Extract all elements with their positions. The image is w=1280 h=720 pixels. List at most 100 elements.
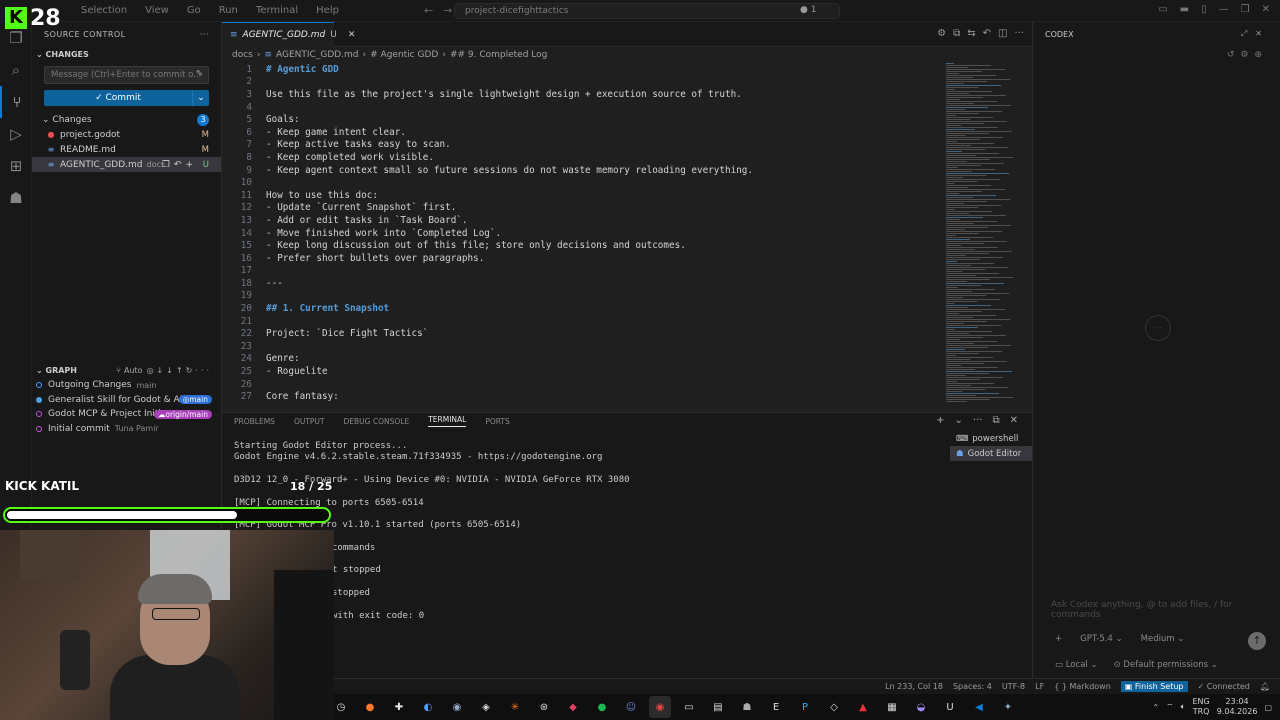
back-arrow-icon[interactable]: ← xyxy=(424,4,443,17)
code-line[interactable]: 11 How to use this doc: xyxy=(222,189,942,202)
code-line[interactable]: 4 xyxy=(222,101,942,114)
effort-select[interactable]: Medium ⌄ xyxy=(1141,634,1185,644)
search-icon[interactable]: ⌕ xyxy=(0,54,32,86)
push-icon[interactable]: ↑ xyxy=(176,366,186,375)
changes-section-header[interactable]: ⌄ CHANGES xyxy=(32,46,221,62)
firefox-icon[interactable]: ● xyxy=(359,696,381,718)
breadcrumb-item[interactable]: ## 9. Completed Log xyxy=(450,50,547,60)
expand-icon[interactable]: ⤢ xyxy=(1241,29,1255,38)
open-file-icon[interactable]: ❐ xyxy=(162,160,174,170)
tab-problems[interactable]: PROBLEMS xyxy=(234,417,275,426)
openai-icon[interactable]: ⊛ xyxy=(533,696,555,718)
send-button[interactable]: ↑ xyxy=(1248,632,1266,650)
more-actions-icon[interactable]: ··· xyxy=(973,415,983,426)
encoding[interactable]: UTF-8 xyxy=(1002,682,1025,691)
graph-item[interactable]: Godot MCP & Project Initi... ☁origin/mai… xyxy=(32,407,222,422)
breadcrumb-item[interactable]: # Agentic GDD xyxy=(370,50,438,60)
code-line[interactable]: 22 Project: `Dice Fight Tactics` xyxy=(222,327,942,340)
command-center-search[interactable]: project-dicefighttactics ● 1 xyxy=(454,3,840,19)
code-line[interactable]: 15 - Keep long discussion out of this fil… xyxy=(222,239,942,252)
graph-header[interactable]: ⌄ GRAPH ⑂Auto ◎↓↓↑↻··· xyxy=(32,362,222,378)
code-line[interactable]: 21 xyxy=(222,315,942,328)
history-icon[interactable]: ↺ xyxy=(1227,50,1241,60)
code-editor[interactable]: 1 # Agentic GDD 2 3 Use this file as the pro… xyxy=(222,63,942,412)
menu-help[interactable]: Help xyxy=(307,5,348,16)
stage-icon[interactable]: + xyxy=(185,160,197,170)
close-window-icon[interactable]: ✕ xyxy=(1262,4,1270,15)
notification-count[interactable]: ● 1 xyxy=(800,5,816,15)
app-icon[interactable]: ◇ xyxy=(823,696,845,718)
breadcrumb-item[interactable]: AGENTIC_GDD.md xyxy=(276,50,359,60)
notifications-bell-icon[interactable]: 🔔︎ xyxy=(1260,682,1270,691)
new-chat-icon[interactable]: ⊕ xyxy=(1254,50,1268,60)
commit-message-input[interactable]: Message (Ctrl+Enter to commit o... ✎ xyxy=(44,66,209,84)
code-line[interactable]: 20 ## 1. Current Snapshot xyxy=(222,302,942,315)
compare-icon[interactable]: ⇆ xyxy=(967,28,975,39)
code-line[interactable]: 14 - Move finished work into `Completed L… xyxy=(222,227,942,240)
graph-auto-label[interactable]: Auto xyxy=(124,366,143,375)
model-select[interactable]: GPT-5.4 ⌄ xyxy=(1080,634,1123,644)
changed-file-item[interactable]: ≡ AGENTIC_GDD.md docs ❐↶+ U xyxy=(32,157,221,172)
copilot-icon[interactable]: ⚙ xyxy=(937,28,946,39)
menu-run[interactable]: Run xyxy=(210,5,247,16)
indentation[interactable]: Spaces: 4 xyxy=(953,682,992,691)
editor-tab-active[interactable]: ≡ AGENTIC_GDD.md U ✕ xyxy=(222,22,355,47)
tab-ports[interactable]: PORTS xyxy=(485,417,509,426)
maximize-panel-icon[interactable]: ⧉ xyxy=(992,415,999,426)
discard-icon[interactable]: ↶ xyxy=(174,160,186,170)
chevron-down-icon[interactable]: ⌄ xyxy=(955,415,963,426)
code-line[interactable]: 12 - Update `Current Snapshot` first. xyxy=(222,202,942,215)
tab-output[interactable]: OUTPUT xyxy=(294,417,325,426)
tab-terminal[interactable]: TERMINAL xyxy=(428,415,467,427)
connection-status[interactable]: ✓ Connected xyxy=(1198,682,1250,691)
attach-icon[interactable]: + xyxy=(1055,634,1062,644)
code-line[interactable]: 27 Core fantasy: xyxy=(222,390,942,403)
terminal-item[interactable]: ⌨ powershell xyxy=(950,431,1032,446)
fetch-icon[interactable]: ↓ xyxy=(157,366,167,375)
code-line[interactable]: 17 xyxy=(222,265,942,278)
permissions-select[interactable]: ⊙ Default permissions ⌄ xyxy=(1114,660,1218,670)
edge-icon[interactable]: ◐ xyxy=(417,696,439,718)
graph-item[interactable]: Generalist Skill for Godot & AI ... ◎mai… xyxy=(32,393,222,408)
changed-file-item[interactable]: ≡ README.md M xyxy=(32,142,221,157)
language-indicator[interactable]: ENG TRQ xyxy=(1192,697,1209,717)
run-debug-icon[interactable]: ▷ xyxy=(0,118,32,150)
refresh-icon[interactable]: ↻ xyxy=(186,366,196,375)
layout-custom-icon[interactable]: ▯ xyxy=(1201,4,1207,15)
notepad-icon[interactable]: ▤ xyxy=(707,696,729,718)
app-icon[interactable]: ✦ xyxy=(997,696,1019,718)
minimap[interactable] xyxy=(944,63,1024,412)
layout-toggle-icon[interactable]: ▭ xyxy=(1158,4,1167,15)
code-line[interactable]: 3 Use this file as the project's single l… xyxy=(222,88,942,101)
photoshop-icon[interactable]: P xyxy=(794,696,816,718)
tray-overflow-icon[interactable]: ⌃ xyxy=(1152,703,1159,712)
graph-item[interactable]: Outgoing Changes main xyxy=(32,378,222,393)
discord-icon[interactable]: ☺ xyxy=(620,696,642,718)
code-line[interactable]: 9 - Keep agent context small so future se… xyxy=(222,164,942,177)
clock[interactable]: 23:04 9.04.2026 xyxy=(1217,697,1258,717)
figma-icon[interactable]: ◆ xyxy=(562,696,584,718)
code-line[interactable]: 5 Goals: xyxy=(222,113,942,126)
code-line[interactable]: 23 xyxy=(222,340,942,353)
more-actions-icon[interactable]: ··· xyxy=(195,366,212,375)
epic-games-icon[interactable]: E xyxy=(765,696,787,718)
local-select[interactable]: ▭ Local ⌄ xyxy=(1055,660,1098,670)
terminal-item[interactable]: ☗ Godot Editor xyxy=(950,446,1032,461)
split-editor-icon[interactable]: ◫ xyxy=(998,28,1007,39)
code-line[interactable]: 10 xyxy=(222,176,942,189)
pull-icon[interactable]: ↓ xyxy=(166,366,176,375)
terminal-app-icon[interactable]: ▭ xyxy=(678,696,700,718)
code-line[interactable]: 7 - Keep active tasks easy to scan. xyxy=(222,139,942,152)
minimize-icon[interactable]: — xyxy=(1219,4,1229,15)
app-icon[interactable]: ▦ xyxy=(881,696,903,718)
network-icon[interactable]: ⌔ xyxy=(1166,702,1174,712)
branch-icon[interactable]: ⑂ xyxy=(116,366,124,375)
changes-group[interactable]: ⌄ Changes 3 xyxy=(32,112,221,127)
target-icon[interactable]: ◎ xyxy=(147,366,157,375)
code-line[interactable]: 18 --- xyxy=(222,277,942,290)
close-icon[interactable]: ✕ xyxy=(1255,29,1270,38)
new-terminal-icon[interactable]: + xyxy=(936,415,944,426)
graph-item[interactable]: Initial commit Tuna Pamir xyxy=(32,422,222,437)
close-panel-icon[interactable]: ✕ xyxy=(1010,415,1018,426)
changed-file-item[interactable]: ● project.godot M xyxy=(32,127,221,142)
